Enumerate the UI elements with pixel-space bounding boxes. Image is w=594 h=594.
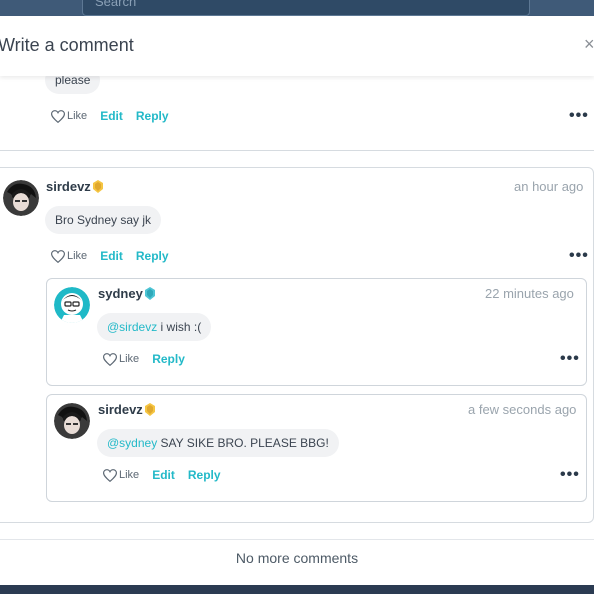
edit-button[interactable]: Edit — [100, 109, 123, 123]
more-options-icon[interactable]: ••• — [569, 108, 589, 124]
footer-divider — [0, 539, 594, 540]
like-label: Like — [119, 353, 140, 365]
heart-icon — [51, 109, 65, 123]
like-button[interactable]: Like — [51, 249, 88, 263]
like-label: Like — [67, 110, 88, 122]
reply-actions: Like Reply — [103, 351, 185, 367]
avatar[interactable] — [3, 180, 39, 216]
heart-icon — [103, 468, 117, 482]
mention-link[interactable]: @sirdevz — [107, 320, 157, 334]
no-more-comments: No more comments — [235, 550, 359, 566]
background-bottom-strip — [0, 585, 594, 594]
edit-button[interactable]: Edit — [152, 468, 175, 482]
like-label: Like — [67, 250, 88, 262]
reply-text: SAY SIKE BRO. PLEASE BBG! — [157, 436, 329, 450]
badge-icon — [93, 180, 103, 193]
background-search-placeholder: Search — [95, 0, 137, 9]
mention-link[interactable]: @sydney — [107, 436, 157, 450]
reply-button[interactable]: Reply — [152, 352, 185, 366]
heart-icon — [103, 352, 117, 366]
badge-icon — [145, 287, 155, 300]
close-icon[interactable]: × — [584, 34, 594, 55]
avatar[interactable] — [54, 287, 90, 323]
like-button[interactable]: Like — [103, 352, 140, 366]
badge-icon — [145, 403, 155, 416]
comment-text: Bro Sydney say jk — [55, 213, 152, 227]
more-options-icon[interactable]: ••• — [560, 467, 580, 483]
comment-modal: Write a comment × please Like Edit Reply… — [0, 16, 594, 585]
more-options-icon[interactable]: ••• — [569, 248, 589, 264]
comment-bubble: Bro Sydney say jk — [45, 206, 162, 234]
reply-time: 22 minutes ago — [485, 286, 574, 301]
reply-time: a few seconds ago — [468, 402, 577, 417]
like-button[interactable]: Like — [51, 109, 88, 123]
reply-bubble: @sydney SAY SIKE BRO. PLEASE BBG! — [97, 429, 339, 457]
separator — [0, 150, 594, 151]
reply-username[interactable]: sirdevz — [98, 402, 143, 417]
like-label: Like — [119, 469, 140, 481]
reply-actions: Like Edit Reply — [103, 467, 221, 483]
reply-text: i wish :( — [157, 320, 202, 334]
modal-title[interactable]: Write a comment — [0, 35, 134, 56]
heart-icon — [51, 249, 65, 263]
reply-button[interactable]: Reply — [136, 109, 169, 123]
reply-button[interactable]: Reply — [136, 249, 169, 263]
edit-button[interactable]: Edit — [100, 249, 123, 263]
like-button[interactable]: Like — [103, 468, 140, 482]
more-options-icon[interactable]: ••• — [560, 351, 580, 367]
reply-bubble: @sirdevz i wish :( — [97, 313, 212, 341]
comment-actions: Like Edit Reply — [51, 108, 169, 124]
background-search-bar: Search — [82, 0, 530, 16]
comment-actions: Like Edit Reply — [51, 248, 169, 264]
comment-time: an hour ago — [514, 179, 584, 194]
reply-username[interactable]: sydney — [98, 286, 143, 301]
avatar[interactable] — [54, 403, 90, 439]
reply-button[interactable]: Reply — [188, 468, 221, 482]
comment-username[interactable]: sirdevz — [46, 179, 91, 194]
modal-header: Write a comment × — [0, 16, 594, 76]
